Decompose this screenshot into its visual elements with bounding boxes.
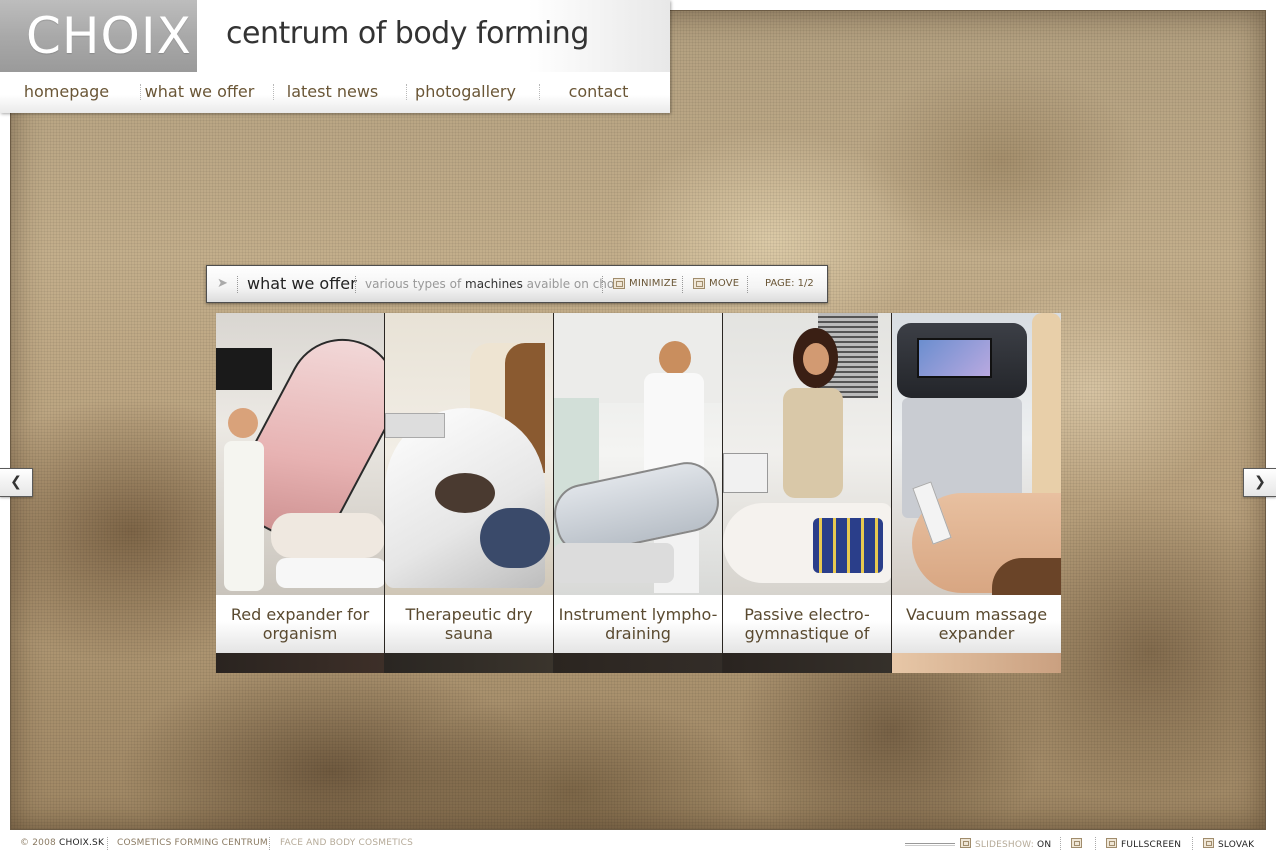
- card-vacuum-massage[interactable]: Vacuum massage expander: [892, 313, 1061, 673]
- language-button[interactable]: SLOVAK: [1203, 838, 1254, 850]
- divider: [602, 276, 603, 293]
- card-photo: [216, 313, 384, 595]
- card-title: Passive electro-gymnastique of: [723, 595, 891, 653]
- flag-icon: [1203, 838, 1214, 848]
- card-title: Instrument lympho-draining: [554, 595, 722, 653]
- minimize-label: MINIMIZE: [629, 278, 678, 289]
- card-dry-sauna[interactable]: Therapeutic dry sauna: [385, 313, 554, 673]
- fullscreen-button[interactable]: FULLSCREEN: [1106, 838, 1181, 850]
- chevron-right-icon: ➤: [217, 276, 228, 291]
- chevron-right-icon: ❯: [1254, 474, 1266, 490]
- offer-cards: Red expander for organism Therapeutic dr…: [216, 313, 1061, 673]
- slideshow-label: SLIDESHOW:: [975, 840, 1038, 850]
- card-photo: [723, 313, 891, 595]
- divider: [1095, 837, 1096, 850]
- panel-desc-pre: various types of: [365, 277, 465, 291]
- slideshow-progress: [905, 843, 955, 846]
- divider: [1192, 837, 1193, 850]
- card-photo: [892, 313, 1061, 595]
- card-photo: [554, 313, 722, 595]
- card-title: Therapeutic dry sauna: [385, 595, 553, 653]
- slideshow-icon: [960, 838, 971, 848]
- copyright-text: © 2008: [20, 838, 60, 848]
- previous-button[interactable]: ❮: [0, 468, 33, 497]
- page-indicator: PAGE: 1/2: [765, 278, 814, 289]
- panel-title: what we offer: [247, 274, 357, 293]
- divider: [355, 276, 356, 293]
- panel-desc-post: avaible on choix: [522, 277, 625, 291]
- tagline: centrum of body forming: [226, 16, 589, 51]
- panel-titlebar: ➤ what we offer various types of machine…: [206, 265, 828, 303]
- divider: [107, 837, 108, 850]
- card-red-expander[interactable]: Red expander for organism: [216, 313, 385, 673]
- card-strip: [892, 653, 1061, 673]
- nav-contact[interactable]: contact: [532, 72, 665, 113]
- site-footer: © 2008 CHOIX.SK COSMETICS FORMING CENTRU…: [0, 834, 1276, 855]
- nav-latest-news[interactable]: latest news: [266, 72, 399, 113]
- nav-photogallery[interactable]: photogallery: [399, 72, 532, 113]
- tagline-box: centrum of body forming: [197, 0, 670, 72]
- music-button[interactable]: [1071, 838, 1086, 850]
- copyright-site[interactable]: CHOIX.SK: [59, 838, 104, 848]
- card-photo: [385, 313, 553, 595]
- language-label: SLOVAK: [1218, 840, 1255, 850]
- divider: [1060, 837, 1061, 850]
- panel-description: various types of machines avaible on cho…: [365, 277, 625, 291]
- card-strip: [723, 653, 891, 673]
- nav-what-we-offer[interactable]: what we offer: [133, 72, 266, 113]
- fullscreen-label: FULLSCREEN: [1121, 840, 1182, 850]
- slideshow-toggle[interactable]: SLIDESHOW: ON: [960, 838, 1051, 850]
- main-nav: homepage what we offer latest news photo…: [0, 72, 670, 113]
- divider: [747, 276, 748, 293]
- nav-homepage[interactable]: homepage: [0, 72, 133, 113]
- card-strip: [216, 653, 384, 673]
- chevron-left-icon: ❮: [10, 474, 22, 490]
- site-header: CHOIX centrum of body forming homepage w…: [0, 0, 670, 113]
- footer-link-cosmetics[interactable]: COSMETICS FORMING CENTRUM: [117, 838, 268, 848]
- card-title: Vacuum massage expander: [892, 595, 1061, 653]
- card-strip: [385, 653, 553, 673]
- card-strip: [554, 653, 722, 673]
- music-icon: [1071, 838, 1082, 848]
- slideshow-state: ON: [1037, 840, 1052, 850]
- card-title: Red expander for organism: [216, 595, 384, 653]
- move-label: MOVE: [709, 278, 740, 289]
- divider: [269, 837, 270, 850]
- minimize-button[interactable]: MINIMIZE: [613, 278, 677, 289]
- copyright: © 2008 CHOIX.SK: [20, 838, 104, 848]
- minimize-icon: [613, 278, 625, 289]
- next-button[interactable]: ❯: [1243, 468, 1276, 497]
- divider: [682, 276, 683, 293]
- card-lympho-draining[interactable]: Instrument lympho-draining: [554, 313, 723, 673]
- footer-link-face-body[interactable]: FACE AND BODY COSMETICS: [280, 838, 413, 848]
- divider: [237, 276, 238, 293]
- panel-desc-bold: machines: [465, 277, 523, 291]
- logo[interactable]: CHOIX: [0, 0, 197, 72]
- fullscreen-icon: [1106, 838, 1117, 848]
- move-icon: [693, 278, 705, 289]
- move-button[interactable]: MOVE: [693, 278, 739, 289]
- page: CHOIX centrum of body forming homepage w…: [0, 0, 1276, 855]
- card-electro-gymnastique[interactable]: Passive electro-gymnastique of: [723, 313, 892, 673]
